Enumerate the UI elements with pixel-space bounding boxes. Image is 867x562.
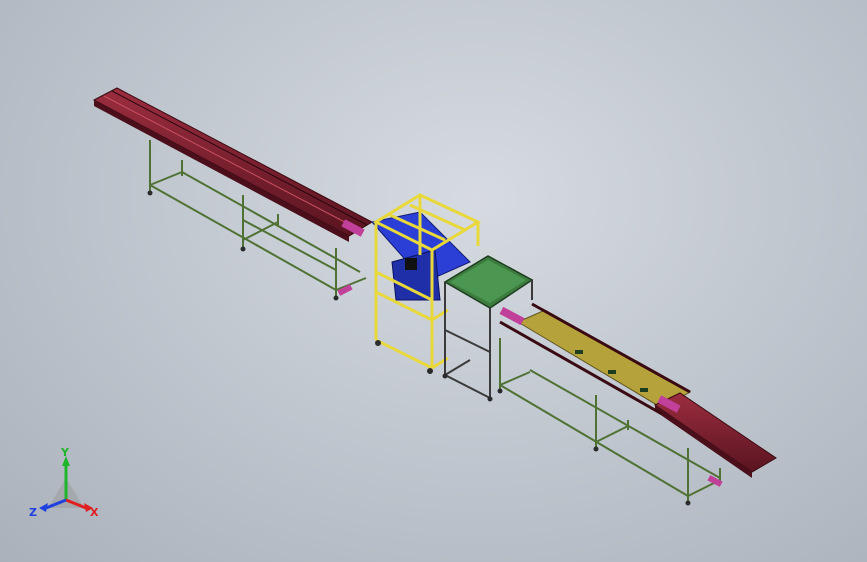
- z-axis-label: Z: [29, 506, 37, 519]
- green-tray-table: [442, 255, 534, 402]
- cad-viewport[interactable]: Y X Z: [0, 0, 867, 562]
- y-axis-label: Y: [60, 448, 70, 459]
- conveyor-model[interactable]: [0, 0, 867, 562]
- left-rail-top: [92, 87, 374, 237]
- right-bed: [516, 309, 692, 409]
- z-arrow-icon: [39, 503, 48, 512]
- right-rail-back: [531, 302, 691, 394]
- x-axis-label: X: [90, 506, 99, 519]
- left-rail-side: [94, 100, 349, 242]
- right-conveyor: [337, 284, 777, 506]
- left-conveyor: [92, 87, 374, 301]
- left-rail-highlight: [103, 95, 361, 231]
- orientation-triad[interactable]: Y X Z: [26, 448, 106, 528]
